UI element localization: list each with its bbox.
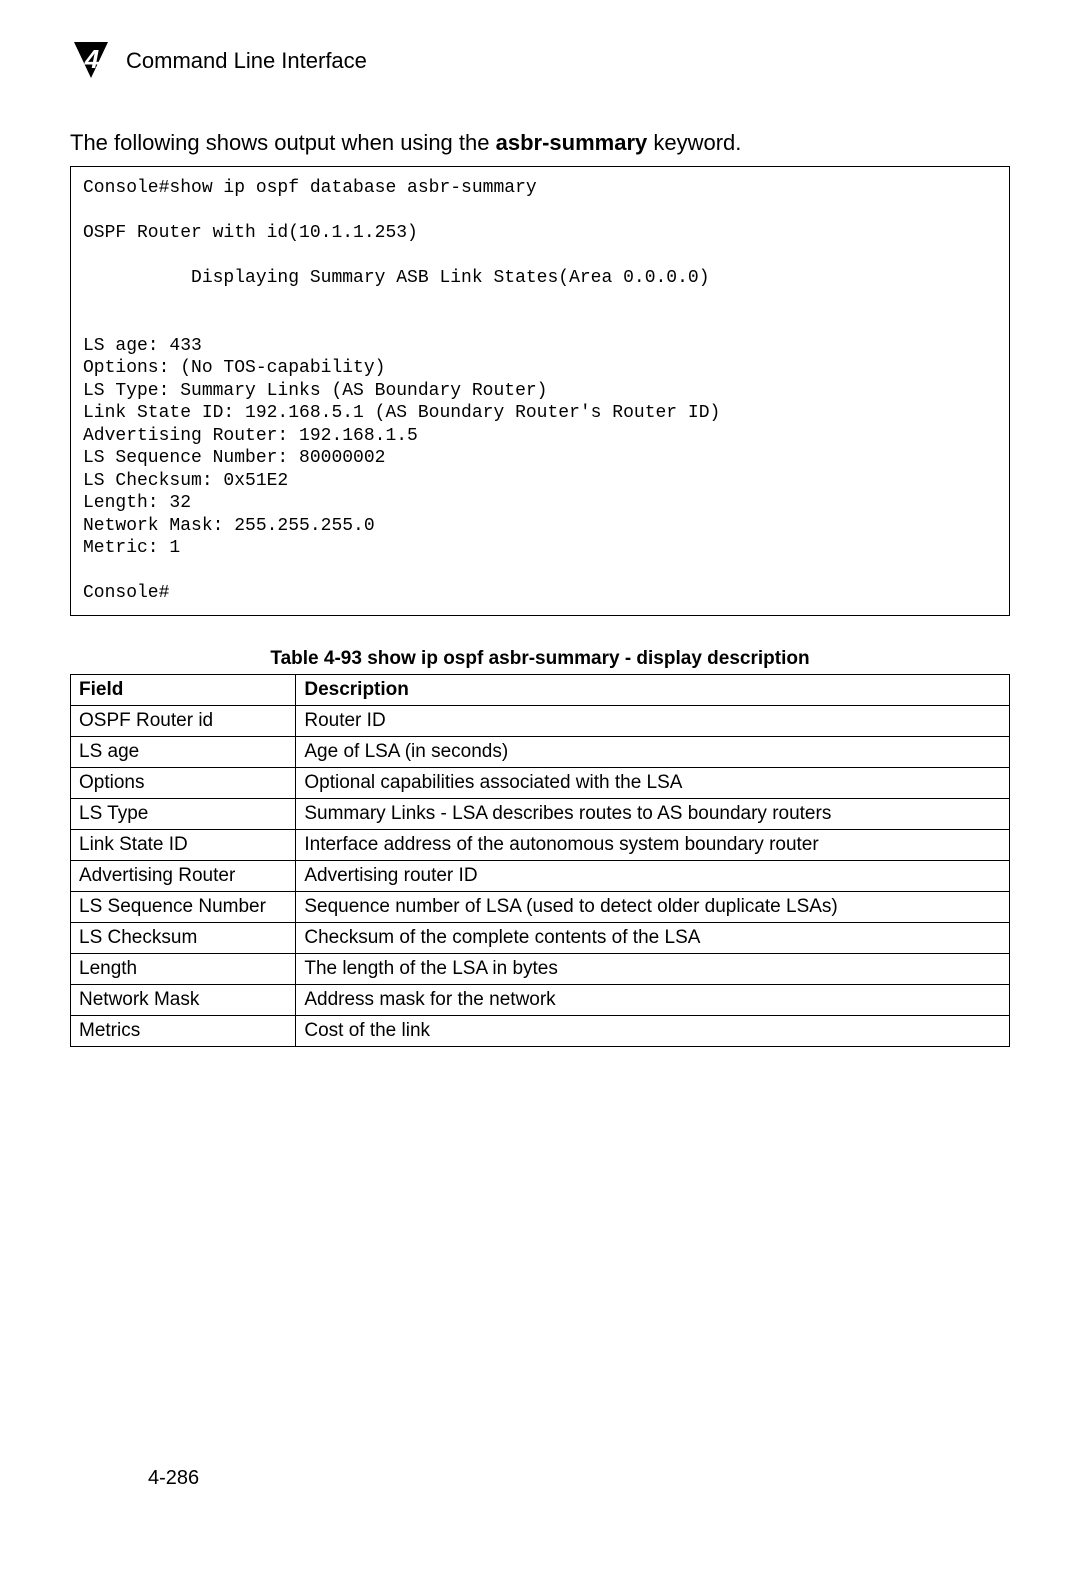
table-row: Length The length of the LSA in bytes — [71, 953, 1010, 984]
table-cell-description: Cost of the link — [296, 1015, 1010, 1046]
table-cell-description: The length of the LSA in bytes — [296, 953, 1010, 984]
table-row: LS Type Summary Links - LSA describes ro… — [71, 798, 1010, 829]
intro-suffix: keyword. — [647, 130, 741, 155]
table-cell-description: Optional capabilities associated with th… — [296, 767, 1010, 798]
intro-text: The following shows output when using th… — [70, 130, 1010, 156]
description-table: Field Description OSPF Router id Router … — [70, 674, 1010, 1047]
page-number: 4-286 — [148, 1467, 199, 1490]
chapter-number-icon: 4 — [70, 40, 112, 82]
chapter-number-text: 4 — [84, 44, 100, 74]
table-row: Network Mask Address mask for the networ… — [71, 984, 1010, 1015]
intro-prefix: The following shows output when using th… — [70, 130, 496, 155]
table-row: LS age Age of LSA (in seconds) — [71, 736, 1010, 767]
table-cell-description: Router ID — [296, 705, 1010, 736]
table-row: OSPF Router id Router ID — [71, 705, 1010, 736]
intro-keyword: asbr-summary — [496, 130, 648, 155]
table-row: Options Optional capabilities associated… — [71, 767, 1010, 798]
table-cell-description: Age of LSA (in seconds) — [296, 736, 1010, 767]
table-cell-field: Metrics — [71, 1015, 296, 1046]
table-cell-field: LS Type — [71, 798, 296, 829]
console-output: Console#show ip ospf database asbr-summa… — [70, 166, 1010, 616]
table-cell-field: Advertising Router — [71, 860, 296, 891]
table-row: Advertising Router Advertising router ID — [71, 860, 1010, 891]
table-header-row: Field Description — [71, 674, 1010, 705]
table-row: LS Sequence Number Sequence number of LS… — [71, 891, 1010, 922]
table-cell-description: Checksum of the complete contents of the… — [296, 922, 1010, 953]
table-cell-field: Length — [71, 953, 296, 984]
table-cell-description: Advertising router ID — [296, 860, 1010, 891]
table-caption: Table 4-93 show ip ospf asbr-summary - d… — [70, 648, 1010, 670]
table-header-field: Field — [71, 674, 296, 705]
table-row: Link State ID Interface address of the a… — [71, 829, 1010, 860]
table-cell-field: LS age — [71, 736, 296, 767]
table-cell-description: Summary Links - LSA describes routes to … — [296, 798, 1010, 829]
table-cell-field: LS Checksum — [71, 922, 296, 953]
page-header: 4 Command Line Interface — [70, 40, 1010, 82]
table-cell-description: Interface address of the autonomous syst… — [296, 829, 1010, 860]
table-cell-description: Address mask for the network — [296, 984, 1010, 1015]
table-cell-description: Sequence number of LSA (used to detect o… — [296, 891, 1010, 922]
header-title: Command Line Interface — [126, 48, 367, 74]
table-cell-field: Network Mask — [71, 984, 296, 1015]
table-cell-field: Options — [71, 767, 296, 798]
table-cell-field: LS Sequence Number — [71, 891, 296, 922]
table-cell-field: OSPF Router id — [71, 705, 296, 736]
table-cell-field: Link State ID — [71, 829, 296, 860]
table-row: Metrics Cost of the link — [71, 1015, 1010, 1046]
table-row: LS Checksum Checksum of the complete con… — [71, 922, 1010, 953]
table-header-description: Description — [296, 674, 1010, 705]
